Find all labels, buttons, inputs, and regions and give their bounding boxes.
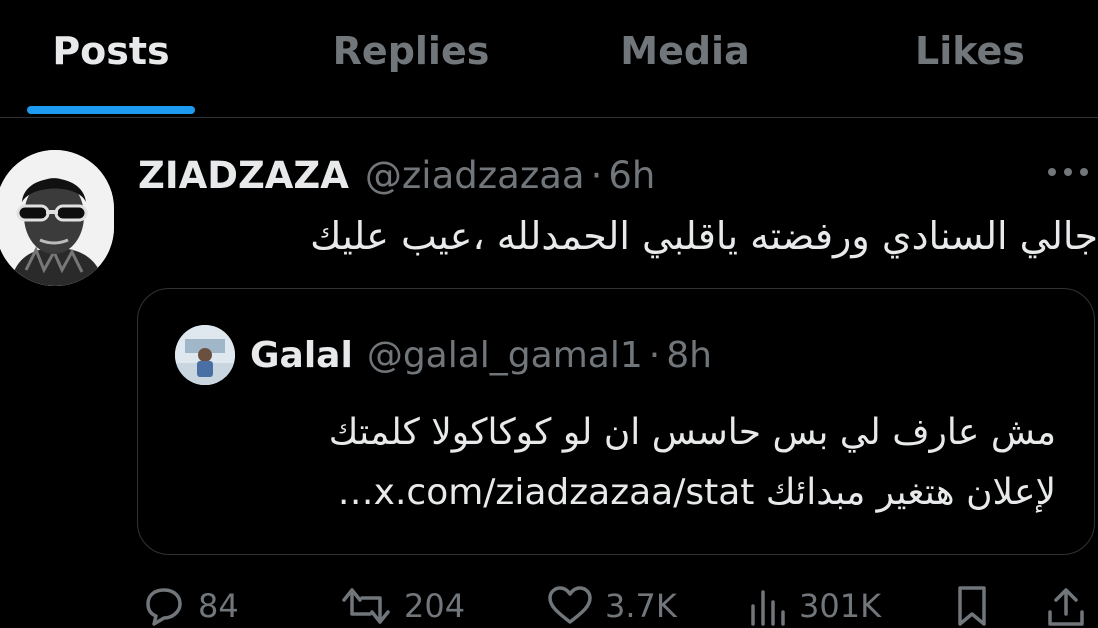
quoted-text-line-2: لإعلان هتغير مبدائك x.com/ziadzazaa/stat… [337,472,1056,513]
quoted-avatar-photo-icon [175,325,235,385]
repost-count: 204 [404,587,466,625]
views-button[interactable]: 301K [745,584,881,628]
quoted-author-handle[interactable]: @galal_gamal1 [367,335,643,376]
quoted-author-name[interactable]: Galal [250,335,353,376]
like-count: 3.7K [605,587,677,625]
repost-icon [342,588,390,624]
tweet-timestamp[interactable]: 6h [608,154,655,197]
ellipsis-icon [1048,168,1088,176]
tweet-header: ZIADZAZA @ziadzazaa · 6h [138,150,655,200]
tweet-text: جالي السنادي ورفضته ياقلبي الحمدلله ،عيب… [310,214,1098,258]
reply-count: 84 [198,587,239,625]
share-button[interactable] [1044,584,1088,628]
share-icon [1048,588,1084,626]
author-name[interactable]: ZIADZAZA [138,154,349,197]
avatar-portrait-icon [0,150,114,286]
quoted-tweet[interactable]: Galal @galal_gamal1 · 8h مش عارف لي بس ح… [137,288,1095,555]
tab-posts[interactable]: Posts [27,0,195,105]
author-avatar[interactable] [0,150,114,286]
repost-button[interactable]: 204 [338,584,465,628]
reply-button[interactable]: 84 [140,584,239,628]
quoted-tweet-text: مش عارف لي بس حاسس ان لو كوكاكولا كلمتك … [218,403,1056,523]
header-separator: · [590,153,603,197]
view-count: 301K [799,587,882,625]
tweet-actions-bar: 84 204 3.7K 301K [0,578,1098,627]
tab-replies[interactable]: Replies [311,0,511,105]
quoted-author-avatar[interactable] [175,325,235,385]
quoted-tweet-timestamp[interactable]: 8h [666,335,712,376]
active-tab-indicator [27,106,195,114]
bookmark-icon [958,586,986,626]
like-button[interactable]: 3.7K [545,584,677,628]
reply-icon [146,588,182,626]
more-options-button[interactable] [1044,150,1098,194]
author-handle[interactable]: @ziadzazaa [365,154,585,197]
tab-media[interactable]: Media [600,0,770,105]
quoted-tweet-header: Galal @galal_gamal1 · 8h [250,331,712,379]
heart-icon [548,586,592,624]
quoted-text-line-1: مش عارف لي بس حاسس ان لو كوكاكولا كلمتك [328,412,1056,453]
bookmark-button[interactable] [952,584,992,628]
views-chart-icon [751,590,785,626]
quoted-header-separator: · [648,334,661,376]
tab-likes[interactable]: Likes [900,0,1040,105]
profile-tabs: Posts Replies Media Likes [0,0,1098,118]
